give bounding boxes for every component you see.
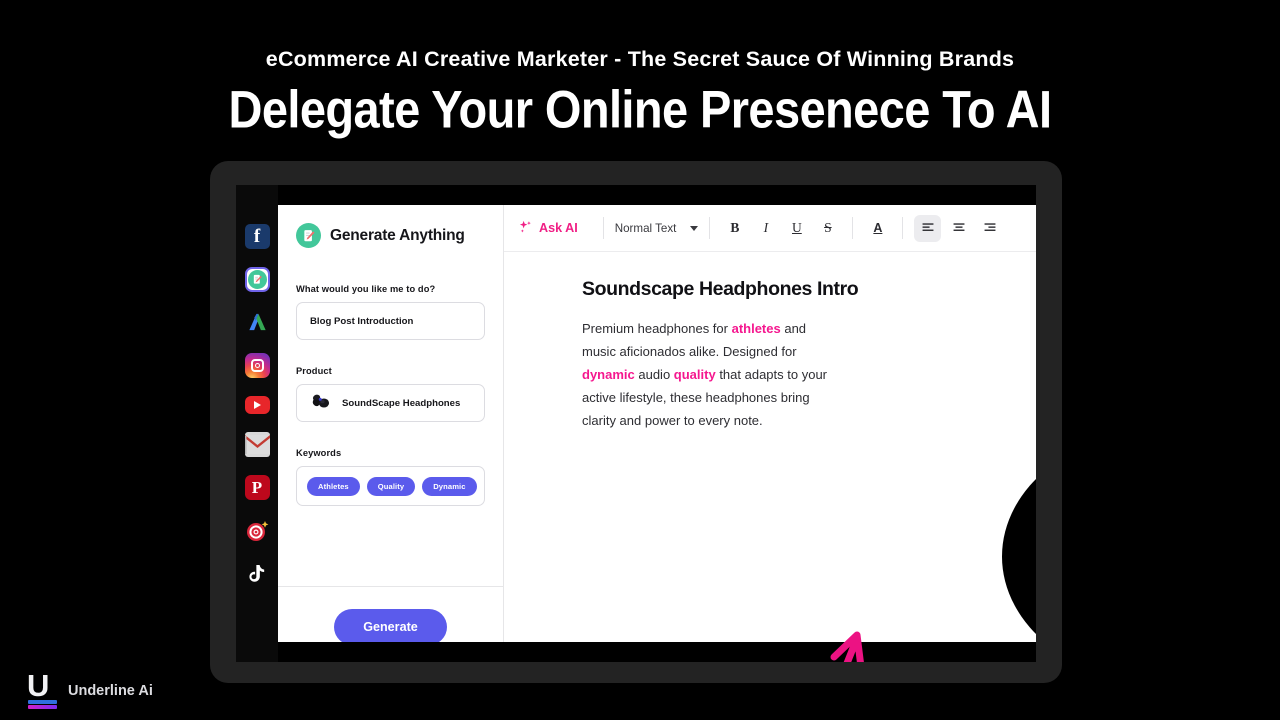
facebook-glyph: f: [253, 225, 261, 247]
facebook-icon[interactable]: f: [244, 224, 270, 249]
editor-toolbar: Ask AI Normal Text B I U S A: [504, 205, 1036, 252]
bold-button[interactable]: B: [721, 215, 748, 242]
text-style-select[interactable]: Normal Text: [615, 222, 699, 235]
text-run: audio: [634, 366, 674, 382]
toolbar-divider: [709, 217, 711, 239]
toolbar-divider: [902, 217, 904, 239]
bullseye-glyph: [247, 520, 269, 541]
prompt-value: Blog Post Introduction: [310, 315, 414, 327]
ask-ai-button[interactable]: Ask AI: [518, 219, 592, 237]
generate-button-row: Generate: [278, 609, 503, 642]
brand-underline-magenta: [28, 705, 57, 709]
youtube-icon[interactable]: [244, 396, 270, 414]
generate-anything-app-icon[interactable]: [244, 267, 270, 292]
panel-header: Generate Anything: [296, 223, 485, 248]
sparkle-icon: [518, 219, 533, 237]
generate-button[interactable]: Generate: [334, 609, 447, 642]
toolbar-divider: [602, 217, 604, 239]
youtube-play-glyph: [253, 401, 261, 409]
prompt-input[interactable]: Blog Post Introduction: [296, 302, 485, 340]
underline-mark-icon: U: [27, 668, 58, 709]
tiktok-icon[interactable]: [245, 561, 270, 586]
text-color-button[interactable]: A: [864, 215, 891, 242]
panel-divider: [278, 586, 503, 587]
gmail-glyph: [244, 435, 270, 454]
toolbar-divider: [852, 217, 854, 239]
pinterest-glyph: P: [251, 477, 263, 497]
italic-button[interactable]: I: [752, 215, 779, 242]
instagram-icon[interactable]: [244, 353, 270, 378]
black-blob-overlay: [1002, 429, 1036, 642]
device-screen: f P Generate Anything What would you lik…: [236, 185, 1036, 662]
gmail-icon[interactable]: [244, 432, 270, 457]
ask-ai-label: Ask AI: [539, 221, 578, 235]
document-title: Soundscape Headphones Intro: [582, 278, 859, 300]
align-center-button[interactable]: [945, 215, 972, 242]
highlight-run: quality: [673, 366, 716, 382]
highlight-run: dynamic: [582, 366, 635, 382]
keyword-pill[interactable]: Athletes: [307, 476, 360, 496]
align-right-button[interactable]: [976, 215, 1003, 242]
device-frame: f P Generate Anything What would you lik…: [210, 161, 1062, 683]
note-pen-glyph: [247, 270, 267, 289]
app-window: Generate Anything What would you like me…: [278, 205, 1036, 642]
generate-anything-logo-icon: [296, 223, 321, 248]
earbuds-icon: [310, 393, 332, 413]
product-label: Product: [296, 366, 332, 376]
google-ads-icon[interactable]: [245, 310, 270, 335]
underline-button[interactable]: U: [783, 215, 810, 242]
product-select[interactable]: SoundScape Headphones: [296, 384, 485, 422]
prompt-section: What would you like me to do? Blog Post …: [296, 284, 485, 340]
text-style-value: Normal Text: [614, 221, 677, 235]
keywords-section: Keywords Athletes Quality Dynamic: [296, 448, 485, 506]
text-run: Premium headphones for: [582, 321, 732, 336]
keyword-pill[interactable]: Dynamic: [422, 476, 477, 496]
keywords-input[interactable]: Athletes Quality Dynamic: [296, 466, 485, 506]
editor-pane: Ask AI Normal Text B I U S A Soundscape …: [504, 205, 1036, 642]
instagram-glyph: [250, 359, 264, 372]
document-body[interactable]: Soundscape Headphones Intro Premium head…: [504, 252, 1036, 432]
tiktok-glyph: [248, 565, 264, 582]
product-value: SoundScape Headphones: [342, 397, 461, 409]
slide-kicker: eCommerce AI Creative Marketer - The Sec…: [265, 47, 1015, 71]
google-ads-glyph: [248, 313, 266, 331]
keyword-pill[interactable]: Quality: [366, 476, 416, 496]
product-section: Product SoundScape Headphones: [296, 366, 485, 422]
brand-underline-blue: [28, 700, 57, 704]
prompt-label: What would you like me to do?: [296, 284, 436, 294]
pinterest-icon[interactable]: P: [244, 475, 270, 500]
keywords-label: Keywords: [296, 448, 342, 458]
generate-panel: Generate Anything What would you like me…: [278, 205, 504, 642]
panel-title: Generate Anything: [330, 226, 465, 244]
app-rail: f P: [236, 185, 278, 662]
strikethrough-button[interactable]: S: [814, 215, 841, 242]
text-format-group: B I U S: [721, 215, 841, 242]
brand-letter: U: [27, 668, 50, 703]
brand-logo: U Underline Ai: [27, 668, 153, 709]
target-ads-icon[interactable]: [245, 518, 270, 543]
highlight-run: athletes: [731, 321, 781, 336]
brand-name: Underline Ai: [68, 682, 153, 699]
chevron-down-icon: [690, 225, 699, 231]
slide-headline: Delegate Your Online Presenece To AI: [228, 79, 1053, 139]
align-left-button[interactable]: [914, 214, 942, 242]
alignment-group: [914, 214, 1003, 242]
slide-canvas: eCommerce AI Creative Marketer - The Sec…: [0, 0, 1280, 720]
document-paragraph: Premium headphones for athletes and musi…: [582, 318, 834, 432]
